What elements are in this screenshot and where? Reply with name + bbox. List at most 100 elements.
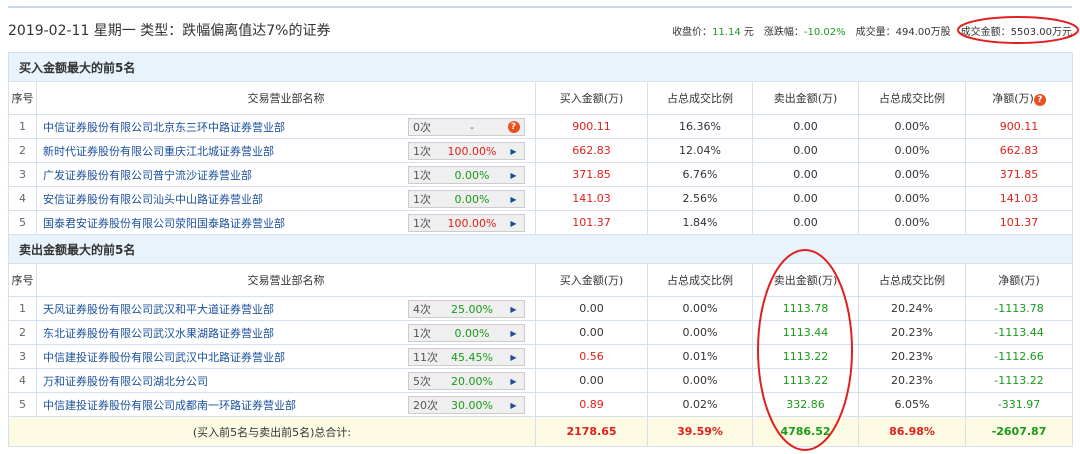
help-icon[interactable]: ? (1033, 94, 1046, 106)
buy-amount: 662.83 (535, 138, 648, 163)
branch-name-link[interactable]: 东北证券股份有限公司武汉水果湖路证券营业部 (43, 327, 274, 340)
buy-amount: 101.37 (535, 210, 648, 235)
column-header: 买入金额(万) (535, 81, 648, 115)
sell-amount: 332.86 (752, 392, 859, 417)
sell-amount: 0.00 (752, 138, 859, 163)
win-rate: 45.45% (451, 350, 493, 364)
branch-name-link[interactable]: 国泰君安证券股份有限公司荥阳国泰路证券营业部 (43, 217, 285, 230)
history-badge[interactable]: 1次 0.00% ▶ (408, 190, 525, 208)
branch-cell: 东北证券股份有限公司武汉水果湖路证券营业部 1次 0.00% ▶ (36, 320, 536, 345)
table-row: 4 万和证券股份有限公司湖北分公司 5次 20.00% ▶ 0.00 0.00% 1113.2… (8, 368, 1074, 393)
close-price: 收盘价：11.14 元 (672, 26, 754, 38)
table-row: 4 安信证券股份有限公司汕头中山路证券营业部 1次 0.00% ▶ 141.03 2.56%… (8, 186, 1074, 211)
branch-name-link[interactable]: 中信建投证券股份有限公司武汉中北路证券营业部 (43, 351, 285, 364)
expand-arrow-icon[interactable]: ▶ (503, 353, 524, 362)
sell-ratio: 20.24% (858, 296, 966, 321)
net-amount: 141.03 (964, 186, 1074, 211)
expand-arrow-icon[interactable]: ▶ (503, 171, 524, 180)
expand-arrow-icon[interactable]: ▶ (503, 401, 524, 410)
branch-cell: 中信建投证券股份有限公司成都南一环路证券营业部 20次 30.00% ▶ (36, 392, 536, 417)
table-row: 2 东北证券股份有限公司武汉水果湖路证券营业部 1次 0.00% ▶ 0.00 0.00% 1… (8, 320, 1074, 345)
appearance-count: 0次 (413, 121, 431, 134)
row-number: 5 (8, 392, 37, 417)
net-amount: -1112.66 (964, 344, 1074, 369)
history-badge[interactable]: 11次 45.45% ▶ (408, 348, 525, 366)
branch-cell: 国泰君安证券股份有限公司荥阳国泰路证券营业部 1次 100.00% ▶ (36, 210, 536, 235)
change-pct: 涨跌幅：-10.02% (763, 26, 846, 38)
column-header: 占总成交比例 (647, 263, 753, 297)
column-header: 净额(万) (964, 263, 1074, 297)
sell-ratio: 6.05% (858, 392, 966, 417)
branch-name-link[interactable]: 万和证券股份有限公司湖北分公司 (43, 375, 208, 388)
row-number: 4 (8, 186, 37, 211)
buy-amount: 900.11 (535, 114, 648, 139)
history-badge[interactable]: 0次 -? (408, 118, 525, 136)
column-header: 交易营业部名称 (36, 263, 536, 297)
expand-arrow-icon[interactable]: ▶ (503, 329, 524, 338)
history-badge[interactable]: 20次 30.00% ▶ (408, 396, 525, 414)
sell-ratio: 0.00% (858, 138, 966, 163)
page-header: 2019-02-11 星期一 类型：跌幅偏离值达7%的证券 收盘价：11.14 … (8, 18, 1072, 42)
buy-amount: 0.00 (535, 296, 648, 321)
net-amount: -1113.44 (964, 320, 1074, 345)
column-header-row: 序号 交易营业部名称 买入金额(万) 占总成交比例 卖出金额(万) 占总成交比例 净额(万) (8, 263, 1074, 297)
buy-amount: 0.89 (535, 392, 648, 417)
appearance-count: 5次 (413, 375, 431, 388)
history-badge[interactable]: 1次 100.00% ▶ (408, 142, 525, 160)
row-number: 4 (8, 368, 37, 393)
column-header: 卖出金额(万) (752, 81, 859, 115)
buy-ratio: 12.04% (647, 138, 753, 163)
column-header-row: 序号 交易营业部名称 买入金额(万) 占总成交比例 卖出金额(万) 占总成交比例 净额(万)… (8, 81, 1074, 115)
sell-amount: 0.00 (752, 162, 859, 187)
branch-cell: 中信证券股份有限公司北京东三环中路证券营业部 0次 -? (36, 114, 536, 139)
win-rate: 25.00% (451, 302, 493, 316)
table-row: 3 中信建投证券股份有限公司武汉中北路证券营业部 11次 45.45% ▶ 0.56 0.0… (8, 344, 1074, 369)
branch-name-link[interactable]: 广发证券股份有限公司普宁流沙证券营业部 (43, 169, 252, 182)
sell-ratio: 0.00% (858, 210, 966, 235)
sell-amount: 1113.44 (752, 320, 859, 345)
win-rate: 0.00% (454, 326, 490, 340)
net-amount: 101.37 (964, 210, 1074, 235)
column-header: 卖出金额(万) (752, 263, 859, 297)
column-header: 净额(万)? (964, 81, 1074, 115)
row-number: 2 (8, 138, 37, 163)
expand-arrow-icon[interactable]: ▶ (503, 195, 524, 204)
buy-section-title: 买入金额最大的前5名 (7, 52, 1074, 82)
buy-ratio: 0.00% (647, 320, 753, 345)
branch-name-link[interactable]: 中信建投证券股份有限公司成都南一环路证券营业部 (43, 399, 296, 412)
column-header: 占总成交比例 (647, 81, 753, 115)
branch-cell: 中信建投证券股份有限公司武汉中北路证券营业部 11次 45.45% ▶ (36, 344, 536, 369)
branch-cell: 天风证券股份有限公司武汉和平大道证券营业部 4次 25.00% ▶ (36, 296, 536, 321)
branch-cell: 万和证券股份有限公司湖北分公司 5次 20.00% ▶ (36, 368, 536, 393)
buy-ratio: 16.36% (647, 114, 753, 139)
branch-name-link[interactable]: 安信证券股份有限公司汕头中山路证券营业部 (43, 193, 263, 206)
history-badge[interactable]: 4次 25.00% ▶ (408, 300, 525, 318)
help-icon[interactable]: ? (503, 121, 524, 133)
history-badge[interactable]: 1次 0.00% ▶ (408, 166, 525, 184)
expand-arrow-icon[interactable]: ▶ (503, 147, 524, 156)
sell-ratio: 0.00% (858, 162, 966, 187)
turnover-amount: 成交金额：5503.00万元 (960, 26, 1072, 38)
table-row: 1 天风证券股份有限公司武汉和平大道证券营业部 4次 25.00% ▶ 0.00 0.00%… (8, 296, 1074, 321)
win-rate: - (470, 120, 474, 134)
sell-ratio: 0.00% (858, 114, 966, 139)
buy-amount: 371.85 (535, 162, 648, 187)
appearance-count: 20次 (413, 399, 438, 412)
history-badge[interactable]: 1次 100.00% ▶ (408, 214, 525, 232)
buy-amount: 141.03 (535, 186, 648, 211)
branch-name-link[interactable]: 新时代证券股份有限公司重庆江北城证券营业部 (43, 145, 274, 158)
expand-arrow-icon[interactable]: ▶ (503, 219, 524, 228)
win-rate: 30.00% (451, 398, 493, 412)
history-badge[interactable]: 1次 0.00% ▶ (408, 324, 525, 342)
history-badge[interactable]: 5次 20.00% ▶ (408, 372, 525, 390)
branch-name-link[interactable]: 中信证券股份有限公司北京东三环中路证券营业部 (43, 121, 285, 134)
win-rate: 0.00% (454, 168, 490, 182)
expand-arrow-icon[interactable]: ▶ (503, 377, 524, 386)
branch-name-link[interactable]: 天风证券股份有限公司武汉和平大道证券营业部 (43, 303, 274, 316)
column-header: 序号 (8, 263, 37, 297)
column-header: 买入金额(万) (535, 263, 648, 297)
win-rate: 0.00% (454, 192, 490, 206)
buy-ratio: 2.56% (647, 186, 753, 211)
sell-amount: 1113.22 (752, 368, 859, 393)
expand-arrow-icon[interactable]: ▶ (503, 305, 524, 314)
